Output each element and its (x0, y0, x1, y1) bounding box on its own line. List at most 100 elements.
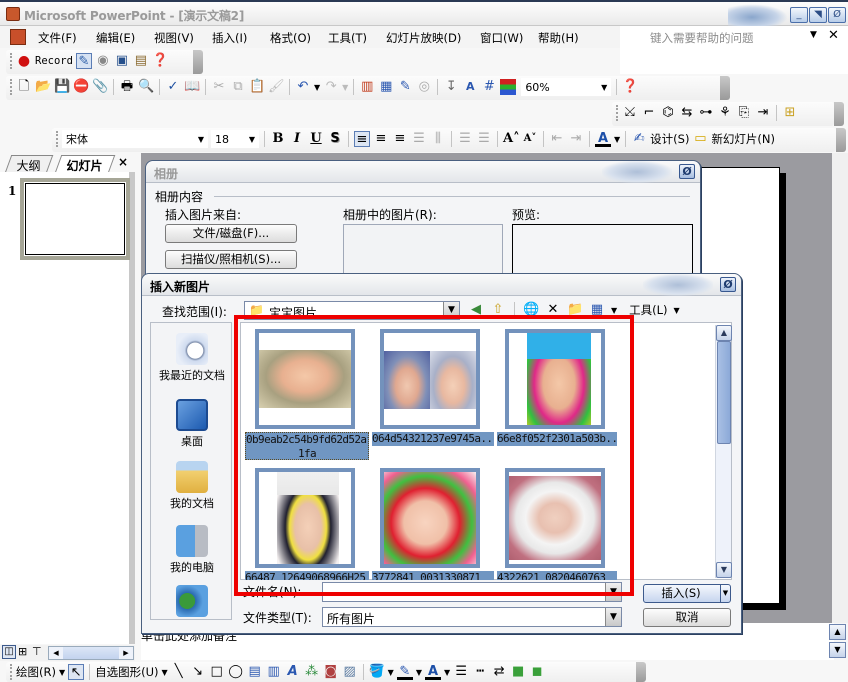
webcam-icon[interactable]: ◉ (95, 53, 111, 69)
menu-slideshow[interactable]: 幻灯片放映(D) (386, 30, 461, 46)
select-pointer-icon[interactable]: ↖ (68, 664, 85, 680)
layout-icon[interactable]: ⊶ (698, 105, 714, 121)
horizontal-scrollbar[interactable]: ◀ ▶ (48, 646, 134, 660)
minimize-button[interactable]: _ (790, 7, 808, 23)
menu-tools[interactable]: 工具(T) (328, 30, 367, 46)
menu-file[interactable]: 文件(F) (38, 30, 77, 46)
menu-view[interactable]: 视图(V) (154, 30, 194, 46)
close-pane-icon[interactable]: × (118, 155, 128, 169)
line-color-dropdown-icon[interactable]: ▼ (416, 668, 422, 677)
toolbar-options-chevron[interactable] (834, 102, 844, 126)
place-my-computer[interactable]: 我的电脑 (151, 525, 233, 575)
chevron-down-icon[interactable]: ▼ (162, 668, 168, 677)
connector-icon[interactable]: ⌐ (641, 105, 657, 121)
main-vertical-scrollbar[interactable] (832, 153, 848, 623)
font-size-select[interactable]: 18 ▼ (211, 130, 259, 148)
bullets-icon[interactable]: ☰ (476, 131, 492, 147)
callout-icon[interactable]: ⎘ (736, 105, 752, 121)
shadow-style-icon[interactable]: ■ (510, 664, 526, 680)
distribute-icon[interactable]: ☰ (411, 131, 427, 147)
3d-style-icon[interactable]: ◼ (529, 664, 545, 680)
powerpoint-app-icon[interactable] (6, 7, 20, 21)
flow-icon[interactable]: ⇆ (679, 105, 695, 121)
menu-insert[interactable]: 插入(I) (212, 30, 247, 46)
toolbar-grip[interactable] (56, 131, 59, 147)
increase-indent-icon[interactable]: ⇥ (568, 131, 584, 147)
fill-color-icon[interactable]: 🪣 (369, 664, 385, 680)
filetype-select[interactable]: 所有图片 ▼ (322, 607, 622, 627)
align-left-icon[interactable]: ≡ (354, 131, 370, 147)
line-style-icon[interactable]: ☰ (453, 664, 469, 680)
toolbar-options-chevron[interactable] (636, 662, 646, 682)
autoshapes-menu[interactable]: 自选图形(U) (95, 664, 158, 680)
permission-icon[interactable]: ⛔ (73, 79, 89, 95)
print-icon[interactable]: 🖶 (119, 79, 135, 95)
tables-borders-icon[interactable]: ✎ (397, 79, 413, 95)
font-color-icon[interactable]: A (595, 131, 611, 147)
undo-icon[interactable]: ↶ (295, 79, 311, 95)
save-icon[interactable]: 💾 (54, 79, 70, 95)
hierarchy-icon[interactable]: ⚘ (717, 105, 733, 121)
slideshow-icon[interactable]: ⊤ (32, 645, 42, 658)
slide-thumbnail[interactable] (20, 178, 130, 260)
microphone-icon[interactable]: ✎ (75, 53, 92, 69)
help-dropdown-icon[interactable]: ▼ (810, 30, 817, 40)
toolbar-grip[interactable] (10, 79, 13, 95)
tab-outline[interactable]: 大纲 (4, 155, 54, 173)
document-icon[interactable] (10, 29, 26, 45)
clipart-icon[interactable]: ◙ (323, 664, 339, 680)
research-icon[interactable]: 📖 (184, 79, 200, 95)
record-icon[interactable]: ● (16, 53, 32, 69)
print-preview-icon[interactable]: 🔍 (138, 79, 154, 95)
zoom-select[interactable]: 60% ▼ (521, 78, 612, 96)
restore-button[interactable]: ◥ (809, 7, 827, 23)
cut-icon[interactable]: ✂ (211, 79, 227, 95)
grid-icon[interactable]: # (481, 79, 497, 95)
format-painter-icon[interactable]: 🖌 (268, 79, 285, 95)
scroll-thumb[interactable] (717, 341, 731, 444)
tab-slides[interactable]: 幻灯片 (54, 155, 116, 173)
place-network[interactable] (151, 585, 233, 621)
toolbar-options-chevron[interactable] (720, 76, 730, 100)
new-slide-icon[interactable]: ▭ (692, 131, 708, 147)
scroll-down-icon[interactable]: ▼ (829, 642, 846, 658)
place-desktop[interactable]: 桌面 (151, 399, 233, 449)
oval-icon[interactable]: ◯ (228, 664, 244, 680)
underline-button[interactable]: U (308, 131, 324, 147)
scanner-camera-button[interactable]: 扫描仪/照相机(S)... (165, 250, 297, 269)
add-shape-icon[interactable]: ⊞ (782, 105, 798, 121)
insert-table-icon[interactable]: ▦ (378, 79, 394, 95)
redo-dropdown-icon[interactable]: ▼ (342, 83, 348, 92)
arrow-icon[interactable]: ↘ (190, 664, 206, 680)
menu-help[interactable]: 帮助(H) (538, 30, 579, 46)
increase-font-icon[interactable]: A˄ (503, 131, 520, 147)
open-icon[interactable]: 📂 (35, 79, 51, 95)
italic-button[interactable]: I (289, 131, 305, 147)
normal-view-icon[interactable]: ◫ (2, 645, 16, 659)
insert-icon[interactable]: ⇥ (755, 105, 771, 121)
font-color-icon[interactable]: A (424, 664, 441, 680)
spelling-icon[interactable]: ✓ (165, 79, 181, 95)
notes-scrollbar[interactable]: ▲ ▼ (829, 624, 846, 659)
undo-dropdown-icon[interactable]: ▼ (314, 83, 320, 92)
file-list-scrollbar[interactable]: ▲ ▼ (715, 325, 732, 578)
expand-all-icon[interactable]: ↧ (443, 79, 459, 95)
tools-menu[interactable]: 工具(L) (629, 302, 667, 318)
color-grayscale-icon[interactable] (500, 79, 517, 95)
insert-close-button[interactable]: Ø (720, 277, 736, 292)
scroll-up-icon[interactable]: ▲ (829, 624, 846, 640)
vertical-textbox-icon[interactable]: ▥ (266, 664, 282, 680)
toolbar-options-chevron[interactable] (193, 50, 203, 74)
insert-chart-icon[interactable]: ▥ (359, 79, 375, 95)
vertical-distribute-icon[interactable]: ⫼ (430, 131, 446, 147)
record-label[interactable]: Record (35, 55, 73, 67)
line-color-icon[interactable]: ✎ (396, 664, 413, 680)
email-attach-icon[interactable]: 📎 (92, 79, 108, 95)
place-my-documents[interactable]: 我的文档 (151, 461, 233, 511)
chevron-down-icon[interactable]: ▼ (674, 306, 680, 315)
hyperlink-icon[interactable]: ◎ (416, 79, 432, 95)
scissors-shape-icon[interactable]: ⤩ (622, 105, 638, 121)
arrow-style-icon[interactable]: ⇄ (491, 664, 507, 680)
close-button[interactable]: Ø (828, 7, 846, 23)
new-slide-button[interactable]: 新幻灯片(N) (711, 131, 775, 147)
